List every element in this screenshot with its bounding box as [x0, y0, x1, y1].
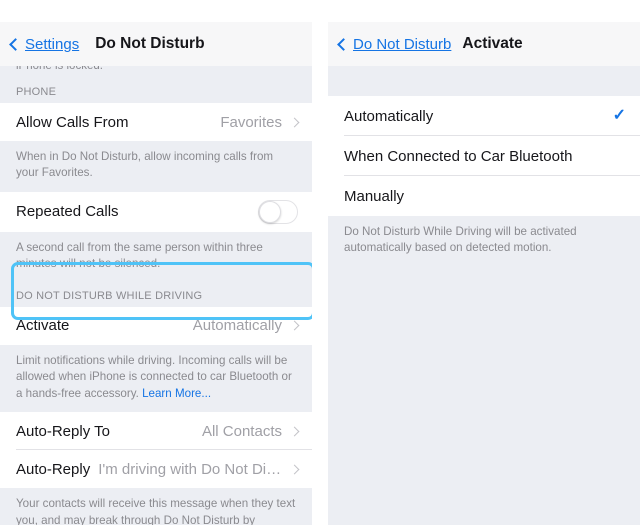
chevron-right-icon [289, 320, 300, 331]
row-allow-calls-from[interactable]: Allow Calls From Favorites [0, 103, 312, 141]
option-label: When Connected to Car Bluetooth [344, 147, 573, 165]
screenshot-root: Settings Do Not Disturb iPhone is locked… [0, 0, 640, 525]
learn-more-link[interactable]: Learn More... [142, 387, 211, 400]
row-label: Allow Calls From [16, 113, 129, 131]
truncated-footer-text: iPhone is locked. [0, 66, 312, 79]
section-header-phone: PHONE [0, 79, 312, 103]
section-header-dnd-while-driving: DO NOT DISTURB WHILE DRIVING [0, 282, 312, 307]
right-panel-activate: Do Not Disturb Activate Automatically ✓ … [328, 0, 640, 525]
back-button-settings[interactable]: Settings [8, 36, 79, 53]
row-auto-reply-to[interactable]: Auto-Reply To All Contacts [0, 412, 312, 451]
footer-activate-description: Do Not Disturb While Driving will be act… [328, 216, 640, 267]
footer-repeated-calls: A second call from the same person withi… [0, 231, 312, 283]
option-when-connected-to-car-bluetooth[interactable]: When Connected to Car Bluetooth [328, 136, 640, 176]
left-navigation-bar: Settings Do Not Disturb [0, 22, 312, 66]
toggle-knob [259, 200, 281, 223]
truncated-footer-label: iPhone is locked. [16, 66, 103, 72]
row-label: Auto-Reply [16, 460, 91, 478]
row-activate[interactable]: Activate Automatically [0, 306, 312, 345]
chevron-right-icon [289, 464, 300, 475]
row-value: All Contacts [201, 422, 282, 440]
row-value: I'm driving with Do Not Distu… [98, 460, 282, 478]
checkmark-icon: ✓ [612, 107, 626, 124]
option-automatically[interactable]: Automatically ✓ [328, 96, 640, 136]
page-title: Activate [462, 35, 523, 52]
row-value: Favorites [220, 113, 282, 131]
back-button-do-not-disturb[interactable]: Do Not Disturb [336, 36, 451, 53]
chevron-right-icon [289, 117, 300, 127]
row-repeated-calls[interactable]: Repeated Calls [0, 191, 312, 232]
option-manually[interactable]: Manually [328, 176, 640, 216]
page-title: Do Not Disturb [95, 35, 205, 52]
footer-allow-calls: When in Do Not Disturb, allow incoming c… [0, 141, 312, 192]
chevron-left-icon [337, 37, 350, 51]
back-button-label: Settings [25, 35, 80, 53]
row-value: Automatically [192, 317, 282, 335]
toggle-repeated-calls[interactable] [258, 199, 298, 224]
list-top-spacer [328, 66, 640, 96]
option-label: Automatically [344, 107, 434, 125]
row-label: Repeated Calls [16, 203, 119, 221]
row-auto-reply-message[interactable]: Auto-Reply I'm driving with Do Not Distu… [0, 450, 312, 489]
row-label: Activate [16, 317, 70, 335]
row-label: Auto-Reply To [16, 422, 110, 440]
back-button-label: Do Not Disturb [353, 35, 452, 53]
chevron-right-icon [289, 426, 300, 437]
right-navigation-bar: Do Not Disturb Activate [328, 22, 640, 66]
chevron-left-icon [9, 37, 22, 51]
right-status-bar-spacer [328, 0, 640, 22]
footer-dnd-while-driving: Limit notifications while driving. Incom… [0, 344, 312, 413]
footer-auto-reply: Your contacts will receive this message … [0, 488, 312, 525]
left-panel-do-not-disturb: Settings Do Not Disturb iPhone is locked… [0, 0, 312, 525]
option-label: Manually [344, 187, 405, 205]
left-status-bar-spacer [0, 0, 312, 22]
